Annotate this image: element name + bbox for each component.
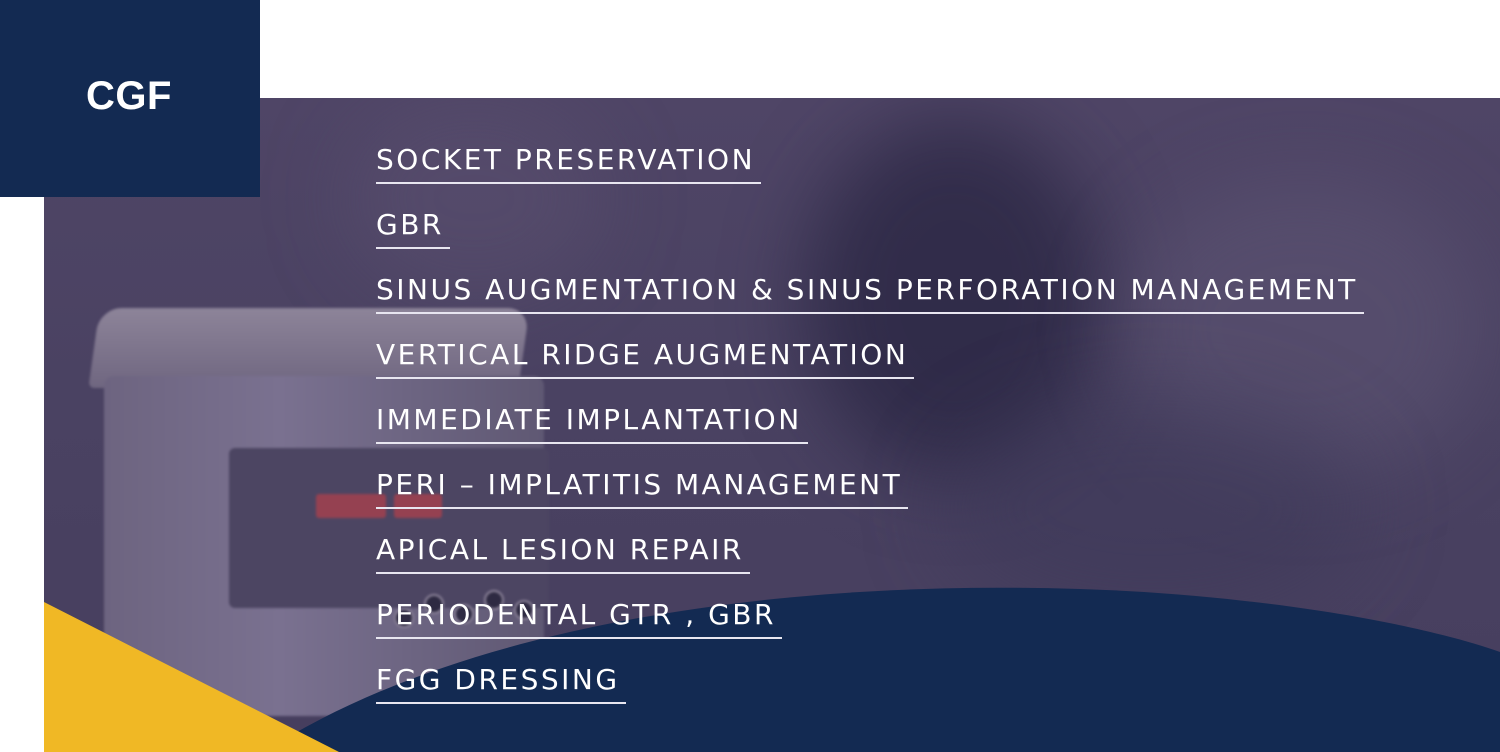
- list-item: FGG DRESSING: [376, 658, 1364, 723]
- yellow-accent-triangle: [44, 602, 339, 752]
- link-socket-preservation[interactable]: SOCKET PRESERVATION: [376, 138, 762, 184]
- link-apical-lesion-repair[interactable]: APICAL LESION REPAIR: [376, 528, 750, 574]
- list-item: SINUS AUGMENTATION & SINUS PERFORATION M…: [376, 268, 1364, 333]
- list-item: SOCKET PRESERVATION: [376, 138, 1364, 203]
- link-peri-implatitis-management[interactable]: PERI – IMPLATITIS MANAGEMENT: [376, 463, 909, 509]
- link-immediate-implantation[interactable]: IMMEDIATE IMPLANTATION: [376, 398, 808, 444]
- treatment-link-list: SOCKET PRESERVATION GBR SINUS AUGMENTATI…: [376, 138, 1364, 723]
- link-gbr[interactable]: GBR: [376, 203, 450, 249]
- link-vertical-ridge-augmentation[interactable]: VERTICAL RIDGE AUGMENTATION: [376, 333, 915, 379]
- link-periodental-gtr-gbr[interactable]: PERIODENTAL GTR , GBR: [376, 593, 782, 639]
- list-item: VERTICAL RIDGE AUGMENTATION: [376, 333, 1364, 398]
- link-sinus-augmentation[interactable]: SINUS AUGMENTATION & SINUS PERFORATION M…: [376, 268, 1364, 314]
- list-item: PERIODENTAL GTR , GBR: [376, 593, 1364, 658]
- list-item: GBR: [376, 203, 1364, 268]
- list-item: PERI – IMPLATITIS MANAGEMENT: [376, 463, 1364, 528]
- brand-title: CGF: [86, 74, 172, 118]
- brand-box: CGF: [0, 0, 260, 197]
- list-item: APICAL LESION REPAIR: [376, 528, 1364, 593]
- list-item: IMMEDIATE IMPLANTATION: [376, 398, 1364, 463]
- link-fgg-dressing[interactable]: FGG DRESSING: [376, 658, 626, 704]
